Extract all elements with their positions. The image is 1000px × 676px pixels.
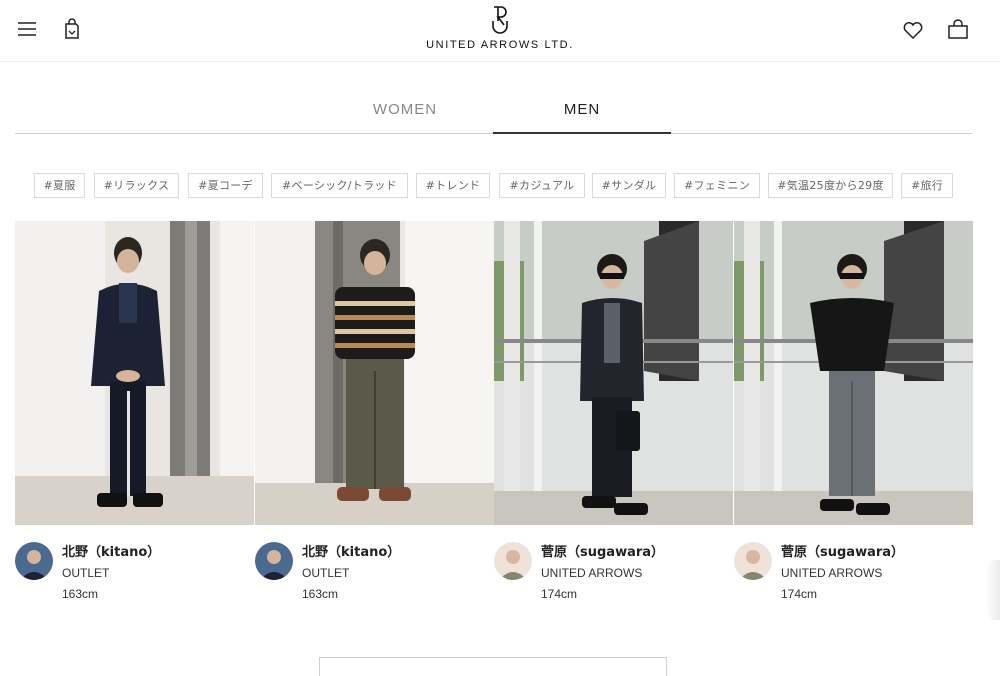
staff-shop: UNITED ARROWS [781, 566, 883, 580]
cart-icon[interactable] [946, 18, 970, 42]
gender-tabs: WOMEN MEN [15, 88, 972, 134]
staff-height: 163cm [62, 587, 99, 601]
coordinate-card: 菅原（sugawara） UNITED ARROWS 174cm [494, 221, 733, 606]
load-more-button[interactable] [319, 657, 667, 676]
hashtag[interactable]: #カジュアル [499, 173, 585, 198]
outfit-photo[interactable] [255, 221, 494, 525]
tab-women[interactable]: WOMEN [315, 88, 495, 134]
bag-history-icon[interactable] [60, 17, 84, 41]
outfit-photo[interactable] [734, 221, 973, 525]
floating-edge-tab[interactable] [986, 560, 1000, 620]
hashtag[interactable]: #サンダル [592, 173, 666, 198]
staff-shop: UNITED ARROWS [541, 566, 643, 580]
brand-logo-text: UNITED ARROWS LTD. [426, 39, 574, 51]
hashtag[interactable]: #リラックス [94, 173, 179, 198]
site-header: UNITED ARROWS LTD. [0, 0, 1000, 62]
hashtag[interactable]: #トレンド [416, 173, 490, 198]
outfit-photo[interactable] [494, 221, 733, 525]
staff-avatar[interactable] [15, 542, 53, 580]
hashtag[interactable]: #気温25度から29度 [768, 173, 893, 198]
staff-shop: OUTLET [62, 566, 110, 580]
coordinate-card: 菅原（sugawara） UNITED ARROWS 174cm [734, 221, 973, 606]
staff-shop: OUTLET [302, 566, 350, 580]
logo-mark-icon [492, 6, 508, 34]
staff-avatar[interactable] [494, 542, 532, 580]
brand-logo[interactable]: UNITED ARROWS LTD. [400, 4, 600, 60]
hashtag[interactable]: #夏服 [34, 173, 85, 198]
hashtag[interactable]: #旅行 [901, 173, 953, 198]
staff-name[interactable]: 菅原（sugawara） [541, 541, 664, 560]
tab-men[interactable]: MEN [493, 88, 671, 134]
menu-icon[interactable] [15, 17, 39, 41]
outfit-photo[interactable] [15, 221, 254, 525]
staff-name[interactable]: 北野（kitano） [302, 541, 400, 560]
coordinate-card: 北野（kitano） OUTLET 163cm [255, 221, 494, 606]
coordinate-card: 北野（kitano） OUTLET 163cm [15, 221, 254, 606]
hashtag[interactable]: #フェミニン [674, 173, 760, 198]
staff-height: 163cm [302, 587, 339, 601]
staff-name[interactable]: 菅原（sugawara） [781, 541, 904, 560]
hashtag[interactable]: #ベーシック/トラッド [271, 173, 408, 198]
staff-avatar[interactable] [734, 542, 772, 580]
staff-height: 174cm [781, 587, 818, 601]
hashtag[interactable]: #夏コーデ [188, 173, 263, 198]
heart-icon[interactable] [901, 18, 925, 42]
staff-height: 174cm [541, 587, 578, 601]
staff-avatar[interactable] [255, 542, 293, 580]
staff-name[interactable]: 北野（kitano） [62, 541, 160, 560]
